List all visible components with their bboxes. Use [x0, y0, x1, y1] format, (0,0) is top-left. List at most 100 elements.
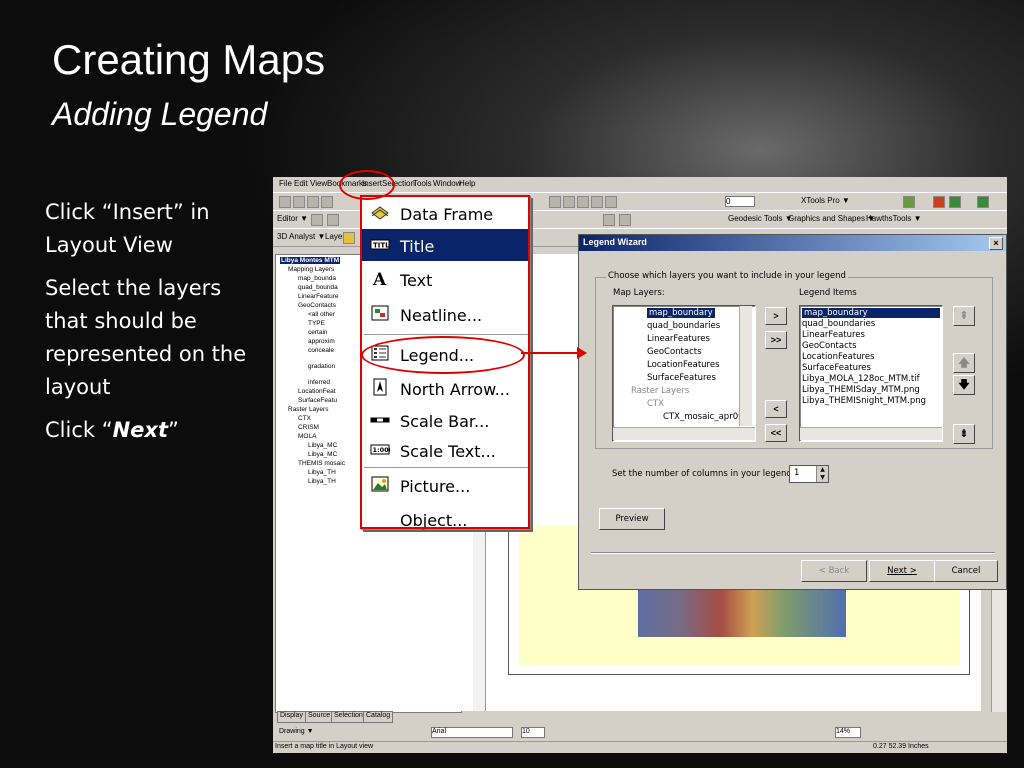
move-up-icon[interactable]: 🡅 — [953, 353, 975, 373]
map-layer-item[interactable]: CTX_mosaic_apr09 — [663, 412, 744, 422]
map-layers-list[interactable]: map_boundary quad_boundaries LinearFeatu… — [612, 305, 756, 442]
tab-catalog[interactable]: Catalog — [363, 711, 394, 723]
help-pointer-icon[interactable] — [605, 196, 617, 208]
toc-layer[interactable]: quad_bounda — [298, 284, 338, 291]
instruction-list: Click “Insert” in Layout View Select the… — [45, 196, 260, 457]
toc-group-raster[interactable]: Raster Layers — [288, 406, 328, 413]
edit-tool-icon[interactable] — [311, 214, 323, 226]
add-layer-button[interactable]: > — [765, 307, 787, 325]
tool-red-icon[interactable] — [933, 196, 945, 208]
hyperlink-icon[interactable] — [591, 196, 603, 208]
toc-layer[interactable]: LinearFeature — [298, 293, 338, 300]
move-to-bottom-icon[interactable]: ⇟ — [953, 424, 975, 444]
map-layers-hscroll[interactable] — [613, 427, 755, 440]
add-all-layers-button[interactable]: >> — [765, 331, 787, 349]
toc-layer[interactable]: CTX — [298, 415, 311, 422]
xtools-menu[interactable]: XTools Pro ▼ — [801, 196, 850, 205]
toc-layer[interactable]: Libya_MC — [308, 442, 337, 449]
layer-dropdown-icon[interactable] — [343, 232, 355, 244]
legend-item[interactable]: GeoContacts — [802, 341, 857, 351]
hawths-tools-menu[interactable]: HawthsTools ▼ — [866, 214, 922, 223]
sketch-props-icon[interactable] — [603, 214, 615, 226]
legend-item[interactable]: LocationFeatures — [802, 352, 875, 362]
map-layer-item[interactable]: map_boundary — [647, 308, 715, 318]
map-layer-group[interactable]: CTX — [647, 399, 664, 409]
identify-icon[interactable] — [549, 196, 561, 208]
menu-view[interactable]: View — [310, 179, 327, 188]
3d-analyst-menu[interactable]: 3D Analyst ▼ — [277, 232, 325, 241]
menu-tools[interactable]: Tools — [413, 179, 432, 188]
columns-stepper[interactable]: 1 ▲ ▼ — [789, 465, 829, 483]
cancel-button[interactable]: Cancel — [934, 560, 998, 582]
scale-field[interactable]: 0 — [725, 196, 755, 207]
map-layers-vscroll[interactable] — [739, 306, 752, 426]
slide-subtitle: Adding Legend — [52, 96, 268, 132]
map-layer-item[interactable]: SurfaceFeatures — [647, 373, 716, 383]
menu-help[interactable]: Help — [459, 179, 475, 188]
layer-add-icon[interactable] — [903, 196, 915, 208]
toc-group-mapping[interactable]: Mapping Layers — [288, 266, 334, 273]
remove-layer-button[interactable]: < — [765, 400, 787, 418]
toc-layer[interactable]: Libya_TH — [308, 469, 336, 476]
toc-layer[interactable]: LocationFeat — [298, 388, 336, 395]
tab-display[interactable]: Display — [277, 711, 306, 723]
legend-item[interactable]: map_boundary — [802, 308, 940, 318]
legend-item[interactable]: SurfaceFeatures — [802, 363, 871, 373]
instruction-3-suffix: ” — [168, 418, 179, 442]
new-icon[interactable] — [279, 196, 291, 208]
map-layer-item[interactable]: LocationFeatures — [647, 360, 720, 370]
legend-item[interactable]: Libya_THEMISnight_MTM.png — [802, 396, 926, 406]
stepper-arrows-icon[interactable]: ▲ ▼ — [816, 466, 828, 482]
toc-layer[interactable]: SurfaceFeatu — [298, 397, 337, 404]
legend-items-hscroll[interactable] — [800, 427, 942, 440]
geodesic-tools-menu[interactable]: Geodesic Tools ▼ — [728, 214, 793, 223]
toc-layer[interactable]: MOLA — [298, 433, 316, 440]
close-icon[interactable]: × — [989, 237, 1003, 250]
toc-data-frame[interactable]: Libya Montes MTM — [280, 257, 341, 264]
back-button[interactable]: < Back — [801, 560, 867, 582]
dialog-title-bar[interactable]: Legend Wizard × — [579, 235, 1006, 251]
toc-layer[interactable]: map_bounda — [298, 275, 336, 282]
move-to-top-icon[interactable]: ⇞ — [953, 306, 975, 326]
font-select[interactable]: Arial — [431, 727, 513, 738]
menu-file[interactable]: File — [279, 179, 292, 188]
legend-item[interactable]: quad_boundaries — [802, 319, 875, 329]
open-icon[interactable] — [293, 196, 305, 208]
editor-menu[interactable]: Editor ▼ — [277, 214, 308, 223]
status-bar: Insert a map title in Layout view 0.27 5… — [273, 741, 1007, 753]
menu-edit[interactable]: Edit — [294, 179, 308, 188]
toc-layer[interactable]: GeoContacts — [298, 302, 336, 309]
preview-button[interactable]: Preview — [599, 508, 665, 530]
measure-icon[interactable] — [563, 196, 575, 208]
map-layer-group[interactable]: Raster Layers — [631, 386, 689, 396]
move-down-icon[interactable]: 🡇 — [953, 375, 975, 395]
toc-legend-entry: <all other — [308, 311, 335, 318]
toc-layer[interactable]: THEMIS mosaic — [298, 460, 345, 467]
next-button[interactable]: Next > — [869, 560, 935, 582]
save-icon[interactable] — [307, 196, 319, 208]
map-layer-item[interactable]: GeoContacts — [647, 347, 702, 357]
drawing-menu[interactable]: Drawing ▼ — [279, 728, 314, 735]
legend-items-list[interactable]: map_boundary quad_boundaries LinearFeatu… — [799, 305, 943, 442]
map-layer-item[interactable]: LinearFeatures — [647, 334, 710, 344]
zoom-select[interactable]: 14% — [835, 727, 861, 738]
print-icon[interactable] — [321, 196, 333, 208]
tab-source[interactable]: Source — [305, 711, 334, 723]
menu-window[interactable]: Window — [433, 179, 461, 188]
sketch-tool-icon[interactable] — [327, 214, 339, 226]
legend-item[interactable]: LinearFeatures — [802, 330, 865, 340]
graphics-shapes-menu[interactable]: Graphics and Shapes ▼ — [788, 214, 875, 223]
find-icon[interactable] — [577, 196, 589, 208]
map-layer-item[interactable]: quad_boundaries — [647, 321, 720, 331]
attributes-icon[interactable] — [619, 214, 631, 226]
tool-export-icon[interactable] — [977, 196, 989, 208]
toc-layer[interactable]: Libya_TH — [308, 478, 336, 485]
legend-item[interactable]: Libya_MOLA_128oc_MTM.tif — [802, 374, 920, 384]
tab-selection[interactable]: Selection — [331, 711, 366, 723]
remove-all-layers-button[interactable]: << — [765, 424, 787, 442]
toc-layer[interactable]: Libya_MC — [308, 451, 337, 458]
toc-layer[interactable]: CRISM — [298, 424, 319, 431]
font-size-select[interactable]: 10 — [521, 727, 545, 738]
tool-green-icon[interactable] — [949, 196, 961, 208]
legend-item[interactable]: Libya_THEMISday_MTM.png — [802, 385, 920, 395]
